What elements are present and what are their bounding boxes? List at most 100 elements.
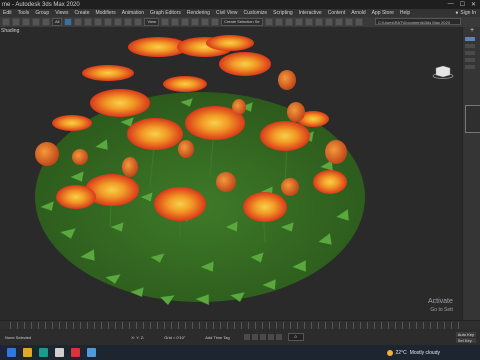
menu-modifiers[interactable]: Modifiers [92, 10, 118, 16]
add-time-tag[interactable]: Add Time Tag [205, 335, 229, 340]
align-icon[interactable] [274, 18, 283, 26]
perspective-viewport[interactable]: Shading Activate Go to Sett [0, 27, 462, 320]
start-icon[interactable] [7, 348, 16, 357]
menu-rendering[interactable]: Rendering [184, 10, 213, 16]
opera-icon[interactable] [71, 348, 80, 357]
link-icon[interactable] [22, 18, 30, 26]
window-controls: — ☐ ✕ [448, 1, 480, 8]
menu-customize[interactable]: Customize [241, 10, 271, 16]
weather-widget[interactable]: 22°C Mostly cloudy [386, 349, 440, 356]
menu-graph-editors[interactable]: Graph Editors [147, 10, 184, 16]
menu-content[interactable]: Content [325, 10, 349, 16]
close-button[interactable]: ✕ [471, 1, 476, 8]
create-panel-icon[interactable]: + [463, 27, 480, 34]
tab-display[interactable] [465, 65, 475, 69]
windows-taskbar: 22°C Mostly cloudy [0, 345, 480, 360]
render-icon[interactable] [354, 18, 363, 26]
menu-tools[interactable]: Tools [15, 10, 33, 16]
viewport-label[interactable]: Shading [1, 28, 19, 34]
coordinate-display[interactable]: X: Y: Z: [131, 335, 144, 340]
user-icon: ● [455, 10, 459, 16]
pivot-icon[interactable] [161, 18, 170, 26]
unlink-icon[interactable] [32, 18, 40, 26]
menu-scripting[interactable]: Scripting [270, 10, 295, 16]
weather-text: Mostly cloudy [409, 349, 440, 356]
tab-hierarchy[interactable] [465, 51, 475, 55]
layer-icon[interactable] [284, 18, 293, 26]
scale-icon[interactable] [124, 18, 133, 26]
set-key-button[interactable]: Set Key [455, 337, 476, 343]
status-bar: None Selected X: Y: Z: Grid = 0'10" Add … [0, 329, 480, 345]
weather-icon [386, 349, 393, 356]
3ds-max-taskbar-icon[interactable] [39, 348, 48, 357]
edit-named-sets-icon[interactable] [211, 18, 220, 26]
reference-coordinate-dropdown[interactable]: View [144, 18, 160, 26]
schematic-view-icon[interactable] [314, 18, 323, 26]
tab-modify[interactable] [465, 44, 475, 48]
select-by-name-icon[interactable] [74, 18, 83, 26]
menu-app-store[interactable]: App Store [369, 10, 397, 16]
menu-group[interactable]: Group [32, 10, 52, 16]
key-controls: Auto Key Set Key [455, 331, 480, 343]
go-to-start-icon[interactable] [243, 334, 250, 340]
rotate-icon[interactable] [114, 18, 123, 26]
window-crossing-icon[interactable] [94, 18, 103, 26]
menu-animation[interactable]: Animation [119, 10, 147, 16]
current-frame-field[interactable]: 0 [287, 333, 304, 341]
bind-space-warp-icon[interactable] [42, 18, 50, 26]
spinner-snap-icon[interactable] [201, 18, 210, 26]
sign-in-button[interactable]: ● Sign In [455, 10, 480, 16]
play-icon[interactable] [259, 334, 266, 340]
maximize-button[interactable]: ☐ [460, 1, 465, 8]
status-left: None Selected [0, 335, 31, 340]
tab-motion[interactable] [465, 58, 475, 62]
file-explorer-icon[interactable] [23, 348, 32, 357]
menu-arnold[interactable]: Arnold [348, 10, 368, 16]
undo-icon[interactable] [2, 18, 10, 26]
menu-create[interactable]: Create [71, 10, 92, 16]
title-bar: me - Autodesk 3ds Max 2020 — ☐ ✕ [0, 0, 480, 9]
command-panel: + [462, 27, 480, 320]
placement-icon[interactable] [134, 18, 143, 26]
playback-controls [243, 334, 282, 340]
menu-interactive[interactable]: Interactive [296, 10, 325, 16]
rectangle-select-icon[interactable] [84, 18, 93, 26]
window-title: me - Autodesk 3ds Max 2020 [2, 1, 80, 8]
minimize-button[interactable]: — [448, 1, 454, 8]
named-selection-set-dropdown[interactable]: Create Selection Se [221, 18, 263, 26]
flower-bush-render [35, 35, 365, 306]
go-to-end-icon[interactable] [275, 334, 282, 340]
selection-filter-dropdown[interactable]: All [52, 18, 63, 26]
tab-create[interactable] [465, 37, 475, 41]
menu-views[interactable]: Views [52, 10, 71, 16]
material-editor-icon[interactable] [324, 18, 333, 26]
menu-edit[interactable]: Edit [0, 10, 15, 16]
select-object-icon[interactable] [64, 18, 73, 26]
scene-explorer-icon[interactable] [294, 18, 303, 26]
curve-editor-icon[interactable] [304, 18, 313, 26]
menu-bar: Edit Tools Group Views Create Modifiers … [0, 9, 480, 17]
percent-snap-icon[interactable] [191, 18, 200, 26]
mirror-icon[interactable] [264, 18, 273, 26]
viewcube-icon[interactable] [432, 65, 454, 79]
move-icon[interactable] [104, 18, 113, 26]
angle-snap-icon[interactable] [181, 18, 190, 26]
project-path-field[interactable]: C:\Users\RAT\Documents\3ds Max 2020 [375, 18, 461, 25]
menu-civil-view[interactable]: Civil View [213, 10, 241, 16]
sign-in-label: Sign In [460, 10, 476, 16]
object-type-panel[interactable] [465, 105, 480, 133]
selection-status: None Selected [5, 334, 32, 340]
render-frame-icon[interactable] [344, 18, 353, 26]
previous-frame-icon[interactable] [251, 334, 258, 340]
redo-icon[interactable] [12, 18, 20, 26]
watermark-line1: Activate [428, 298, 453, 305]
timeline-ticks [10, 322, 460, 329]
app-taskbar-icon[interactable] [55, 348, 64, 357]
activate-windows-watermark: Activate Go to Sett [428, 298, 453, 314]
render-setup-icon[interactable] [334, 18, 343, 26]
media-icon[interactable] [87, 348, 96, 357]
auto-key-button[interactable]: Auto Key [455, 331, 476, 337]
snap-icon[interactable] [171, 18, 180, 26]
next-frame-icon[interactable] [267, 334, 274, 340]
menu-help[interactable]: Help [397, 10, 413, 16]
